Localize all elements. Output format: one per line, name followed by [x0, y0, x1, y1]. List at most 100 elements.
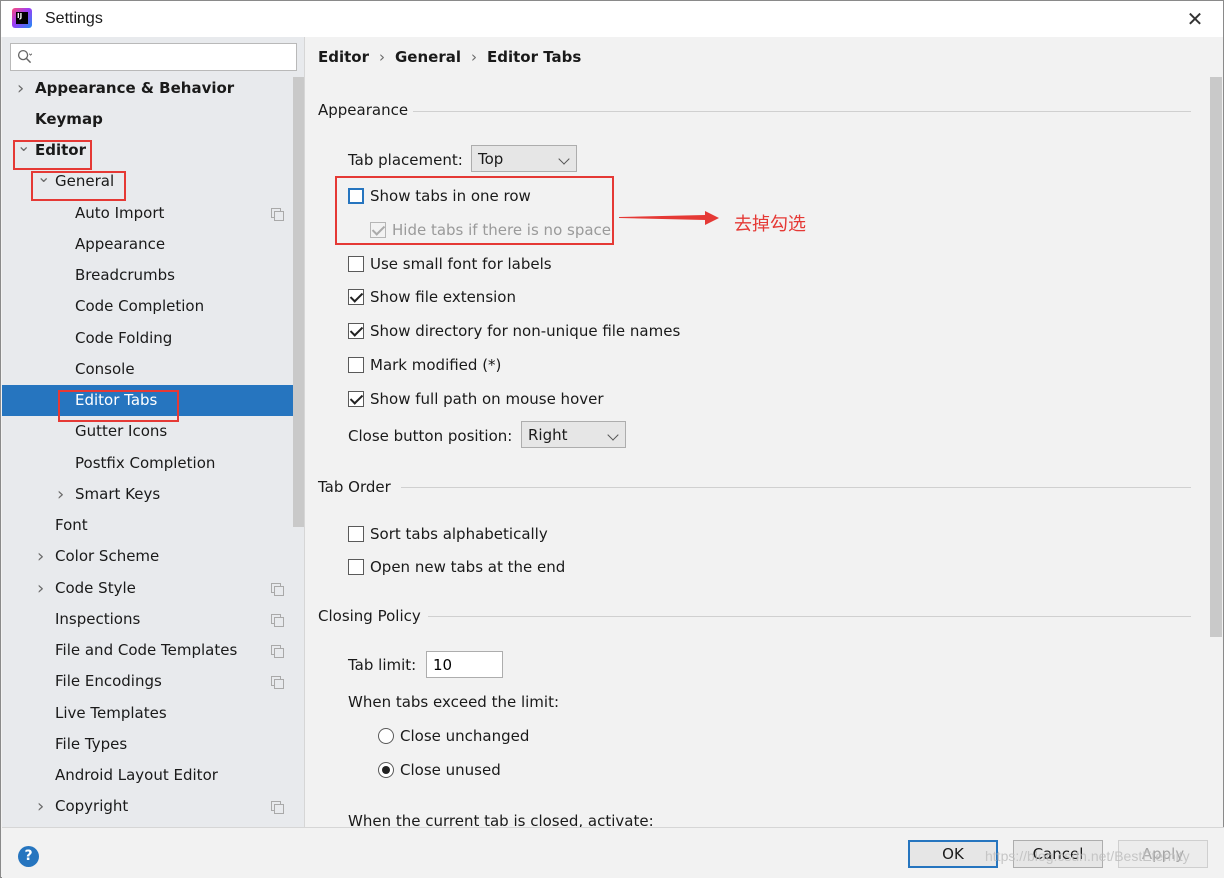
close-button-position-select[interactable]: Right — [521, 421, 626, 448]
tree-item-code-folding[interactable]: Code Folding — [2, 323, 304, 354]
copy-icon — [271, 676, 284, 689]
checkbox-box — [348, 391, 364, 407]
radio-circle — [378, 728, 394, 744]
mark-modified-checkbox[interactable]: Mark modified (*) — [348, 354, 501, 376]
tree-item-keymap[interactable]: Keymap — [2, 104, 304, 135]
tree-item-inspections[interactable]: Inspections — [2, 604, 304, 635]
close-unused-radio[interactable]: Close unused — [378, 759, 501, 781]
close-button-position-value: Right — [528, 426, 568, 444]
tree-item-postfix-completion[interactable]: Postfix Completion — [2, 448, 304, 479]
full-path-checkbox[interactable]: Show full path on mouse hover — [348, 388, 604, 410]
tree-item-label: Code Folding — [75, 329, 173, 347]
tab-limit-label: Tab limit: — [348, 656, 417, 674]
exceed-limit-label: When tabs exceed the limit: — [348, 693, 560, 711]
tree-item-appearance-behavior[interactable]: › Appearance & Behavior — [2, 73, 304, 104]
sort-alphabetically-checkbox[interactable]: Sort tabs alphabetically — [348, 523, 548, 545]
annotation-note: 去掉勾选 — [734, 214, 806, 235]
tree-item-code-completion[interactable]: Code Completion — [2, 291, 304, 322]
tree-item-editor[interactable]: ⌄ Editor — [2, 135, 304, 166]
tree-item-general[interactable]: ⌄ General — [2, 166, 304, 197]
breadcrumb-separator: › — [379, 48, 385, 66]
tree-item-label: File and Code Templates — [55, 641, 238, 659]
checkbox-label: Sort tabs alphabetically — [370, 525, 548, 543]
section-divider — [401, 487, 1191, 488]
checkbox-label: Hide tabs if there is no space — [392, 221, 612, 239]
tree-item-label: Live Templates — [55, 704, 167, 722]
show-extension-checkbox[interactable]: Show file extension — [348, 286, 516, 308]
tree-item-breadcrumbs[interactable]: Breadcrumbs — [2, 260, 304, 291]
show-directory-checkbox[interactable]: Show directory for non-unique file names — [348, 320, 680, 342]
chevron-right-icon[interactable]: › — [37, 541, 49, 572]
checkbox-box — [348, 357, 364, 373]
window-title: Settings — [45, 10, 103, 27]
tree-item-live-templates[interactable]: Live Templates — [2, 698, 304, 729]
hide-tabs-no-space-checkbox[interactable]: Hide tabs if there is no space — [370, 219, 611, 241]
tree-item-label: Appearance — [75, 235, 166, 253]
checkbox-box — [348, 256, 364, 272]
title-bar: IJ Settings ✕ — [1, 1, 1223, 37]
tree-item-label: Gutter Icons — [75, 422, 168, 440]
breadcrumb-item-general[interactable]: General — [395, 48, 461, 66]
tree-item-font[interactable]: Font — [2, 510, 304, 541]
tree-item-copyright[interactable]: › Copyright — [2, 791, 304, 822]
tab-placement-select[interactable]: Top — [471, 145, 577, 172]
show-tabs-one-row-checkbox[interactable]: Show tabs in one row — [348, 185, 531, 207]
copy-icon — [271, 801, 284, 814]
tree-item-smart-keys[interactable]: › Smart Keys — [2, 479, 304, 510]
close-button-position-label: Close button position: — [348, 427, 513, 445]
nav-scrollbar[interactable] — [293, 77, 304, 527]
search-box[interactable] — [10, 43, 297, 71]
tree-item-label: Smart Keys — [75, 485, 161, 503]
checkbox-box — [348, 188, 364, 204]
tab-limit-input[interactable] — [427, 652, 502, 677]
tree-item-code-style[interactable]: › Code Style — [2, 573, 304, 604]
tree-item-console[interactable]: Console — [2, 354, 304, 385]
breadcrumb-item-editor[interactable]: Editor — [318, 48, 369, 66]
content-scrollbar[interactable] — [1210, 77, 1222, 637]
tree-item-file-types[interactable]: File Types — [2, 729, 304, 760]
section-title-closing-policy: Closing Policy — [318, 607, 421, 625]
tree-item-label: File Encodings — [55, 672, 162, 690]
ok-button[interactable]: OK — [908, 840, 998, 868]
tree-item-appearance[interactable]: Appearance — [2, 229, 304, 260]
tree-item-android-layout-editor[interactable]: Android Layout Editor — [2, 760, 304, 791]
radio-label: Close unused — [400, 761, 501, 779]
tree-item-file-and-code-templates[interactable]: File and Code Templates — [2, 635, 304, 666]
section-divider — [413, 111, 1191, 112]
open-at-end-checkbox[interactable]: Open new tabs at the end — [348, 556, 565, 578]
apply-button[interactable]: Apply — [1118, 840, 1208, 868]
tree-item-auto-import[interactable]: Auto Import — [2, 198, 304, 229]
tree-item-label: Keymap — [35, 110, 103, 128]
settings-window: IJ Settings ✕ › Appearance & Behavior Keym… — [0, 0, 1224, 878]
tree-item-label: Android Layout Editor — [55, 766, 218, 784]
section-divider — [428, 616, 1191, 617]
tree-item-label: Auto Import — [75, 204, 165, 222]
tree-item-label: Console — [75, 360, 135, 378]
chevron-right-icon[interactable]: › — [37, 573, 49, 604]
checkbox-label: Show tabs in one row — [370, 187, 531, 205]
close-unchanged-radio[interactable]: Close unchanged — [378, 725, 529, 747]
tree-item-label: Breadcrumbs — [75, 266, 175, 284]
intellij-app-icon: IJ — [12, 8, 32, 28]
checkbox-box — [348, 559, 364, 575]
settings-nav-pane: › Appearance & Behavior Keymap ⌄ Editor ⌄ Gene… — [2, 37, 304, 827]
help-icon[interactable]: ? — [18, 846, 39, 867]
tab-placement-value: Top — [478, 150, 504, 168]
tree-item-gutter-icons[interactable]: Gutter Icons — [2, 416, 304, 447]
tree-item-label: Copyright — [55, 797, 129, 815]
chevron-right-icon[interactable]: › — [57, 479, 69, 510]
chevron-right-icon[interactable]: › — [17, 73, 29, 104]
tab-limit-field[interactable] — [426, 651, 503, 678]
tree-item-label: Appearance & Behavior — [35, 79, 235, 97]
checkbox-label: Show directory for non-unique file names — [370, 322, 681, 340]
chevron-down-icon[interactable]: ⌄ — [37, 166, 50, 197]
tree-item-color-scheme[interactable]: › Color Scheme — [2, 541, 304, 572]
cancel-button[interactable]: Cancel — [1013, 840, 1103, 868]
small-font-checkbox[interactable]: Use small font for labels — [348, 253, 552, 275]
tree-item-editor-tabs[interactable]: Editor Tabs — [2, 385, 304, 416]
tree-item-file-encodings[interactable]: File Encodings — [2, 666, 304, 697]
search-input[interactable] — [39, 47, 289, 67]
chevron-right-icon[interactable]: › — [37, 791, 49, 822]
close-icon[interactable]: ✕ — [1185, 9, 1205, 29]
chevron-down-icon[interactable]: ⌄ — [17, 135, 30, 166]
